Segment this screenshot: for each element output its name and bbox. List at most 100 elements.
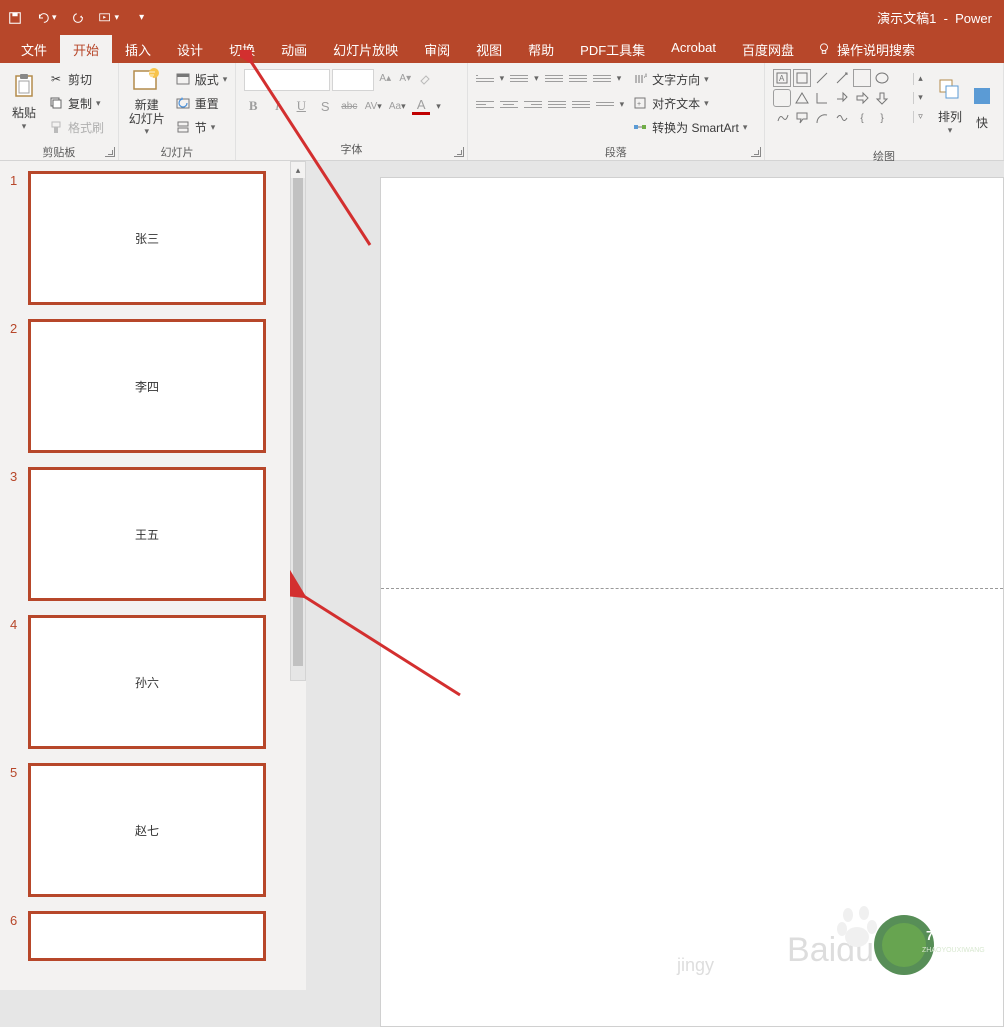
reset-button[interactable]: 重置 [175, 91, 228, 115]
thumbnail-2[interactable]: 2 李四 [10, 319, 290, 453]
thumbnail-3[interactable]: 3 王五 [10, 467, 290, 601]
shape-down-arrow[interactable] [873, 89, 891, 107]
thumbnail-5[interactable]: 5 赵七 [10, 763, 290, 897]
tab-review[interactable]: 审阅 [411, 35, 463, 63]
scrollbar-thumb[interactable] [293, 178, 303, 666]
align-left-button[interactable] [476, 95, 494, 113]
thumbnail-4[interactable]: 4 孙六 [10, 615, 290, 749]
layout-button[interactable]: 版式 ▾ [175, 67, 228, 91]
decrease-indent-button[interactable] [545, 69, 563, 87]
increase-font-button[interactable]: A▴ [376, 69, 394, 87]
thumb-slide[interactable]: 王五 [28, 467, 266, 601]
copy-button[interactable]: 复制 ▾ [48, 91, 104, 115]
strikethrough-button[interactable]: abc [340, 97, 358, 115]
horizontal-guide[interactable] [381, 588, 1003, 589]
slide-canvas[interactable] [380, 177, 1004, 1027]
line-spacing-button[interactable] [593, 69, 611, 87]
shapes-scroll-up[interactable]: ▴ [913, 73, 925, 85]
shape-arc[interactable] [813, 109, 831, 127]
numbering-button[interactable] [510, 69, 528, 87]
align-center-button[interactable] [500, 95, 518, 113]
shape-brace-right[interactable]: } [873, 109, 891, 127]
arrange-button[interactable]: 排列 ▾ [931, 69, 969, 141]
underline-button[interactable]: U [292, 97, 310, 115]
thumbnail-1[interactable]: 1 张三 [10, 171, 290, 305]
shadow-button[interactable]: S [316, 97, 334, 115]
tab-animations[interactable]: 动画 [268, 35, 320, 63]
tab-home[interactable]: 开始 [60, 35, 112, 63]
character-spacing-button[interactable]: AV▾ [364, 97, 382, 115]
thumb-slide[interactable]: 李四 [28, 319, 266, 453]
thumb-slide[interactable]: 赵七 [28, 763, 266, 897]
tab-insert[interactable]: 插入 [112, 35, 164, 63]
increase-indent-button[interactable] [569, 69, 587, 87]
distribute-button[interactable] [572, 95, 590, 113]
save-button[interactable] [8, 11, 22, 25]
shape-wave[interactable] [833, 109, 851, 127]
thumbnail-6[interactable]: 6 [10, 911, 290, 961]
font-color-button[interactable]: A [412, 97, 430, 115]
shapes-gallery[interactable]: A { [773, 69, 911, 127]
clear-formatting-button[interactable] [416, 69, 434, 87]
ribbon: 粘贴 ▾ ✂ 剪切 复制 ▾ [0, 63, 1004, 161]
align-text-button[interactable]: + 对齐文本▾ [632, 91, 747, 115]
change-case-button[interactable]: Aa▾ [388, 97, 406, 115]
shapes-more[interactable]: ▿ [913, 111, 925, 123]
redo-button[interactable] [71, 11, 85, 25]
italic-button[interactable]: I [268, 97, 286, 115]
shape-right-arrow[interactable] [853, 89, 871, 107]
tab-transitions[interactable]: 切换 [216, 35, 268, 63]
tab-file[interactable]: 文件 [8, 35, 60, 63]
bullets-button[interactable] [476, 69, 494, 87]
shape-freeform[interactable] [773, 109, 791, 127]
slideshow-from-start-button[interactable]: ▾ [99, 11, 120, 25]
tab-slideshow[interactable]: 幻灯片放映 [320, 35, 411, 63]
clipboard-dialog-launcher[interactable] [105, 147, 115, 157]
shape-callout[interactable] [793, 109, 811, 127]
shape-line-arrow[interactable] [833, 69, 851, 87]
tab-view[interactable]: 视图 [463, 35, 515, 63]
font-size-input[interactable] [332, 69, 374, 91]
undo-button[interactable]: ▾ [36, 11, 57, 25]
align-right-button[interactable] [524, 95, 542, 113]
thumbnails-scrollbar[interactable]: ▴ [290, 161, 306, 990]
shape-oval[interactable] [873, 69, 891, 87]
shape-triangle[interactable] [793, 89, 811, 107]
shape-l-shape[interactable] [813, 89, 831, 107]
tab-design[interactable]: 设计 [164, 35, 216, 63]
section-button[interactable]: 节 ▾ [175, 115, 228, 139]
paste-button[interactable]: 粘贴 ▾ [4, 65, 44, 137]
tab-acrobat[interactable]: Acrobat [658, 35, 729, 63]
cut-button[interactable]: ✂ 剪切 [48, 67, 104, 91]
font-color-dropdown[interactable]: ▾ [436, 101, 441, 112]
quick-styles-button[interactable]: 快 [969, 69, 995, 141]
scrollbar-up-button[interactable]: ▴ [291, 162, 305, 178]
columns-button[interactable] [596, 95, 614, 113]
font-name-input[interactable] [244, 69, 330, 91]
decrease-font-button[interactable]: A▾ [396, 69, 414, 87]
bold-button[interactable]: B [244, 97, 262, 115]
shape-line[interactable] [813, 69, 831, 87]
shape-rectangle[interactable] [853, 69, 871, 87]
new-slide-button[interactable]: 新建 幻灯片 ▾ [123, 65, 171, 137]
thumb-slide[interactable]: 孙六 [28, 615, 266, 749]
slide-thumbnails-panel[interactable]: 1 张三 2 李四 3 王五 4 孙六 5 赵七 6 [0, 161, 290, 990]
tab-help[interactable]: 帮助 [515, 35, 567, 63]
shape-textbox[interactable]: A [773, 69, 791, 87]
tab-pdf-tools[interactable]: PDF工具集 [567, 35, 658, 63]
tell-me-search[interactable]: 操作说明搜索 [807, 35, 925, 63]
thumb-slide[interactable] [28, 911, 266, 961]
format-painter-button[interactable]: 格式刷 [48, 115, 104, 139]
tab-baidu-netdisk[interactable]: 百度网盘 [729, 35, 807, 63]
thumb-slide[interactable]: 张三 [28, 171, 266, 305]
shape-brace-left[interactable]: { [853, 109, 871, 127]
paragraph-dialog-launcher[interactable] [751, 147, 761, 157]
font-dialog-launcher[interactable] [454, 147, 464, 157]
convert-smartart-button[interactable]: 转换为 SmartArt▾ [632, 115, 747, 139]
shape-elbow-arrow[interactable] [833, 89, 851, 107]
shape-vertical-textbox[interactable] [793, 69, 811, 87]
shapes-scroll-down[interactable]: ▾ [913, 92, 925, 104]
text-direction-button[interactable]: A 文字方向▾ [632, 67, 747, 91]
shape-rounded-rect[interactable] [773, 89, 791, 107]
justify-button[interactable] [548, 95, 566, 113]
